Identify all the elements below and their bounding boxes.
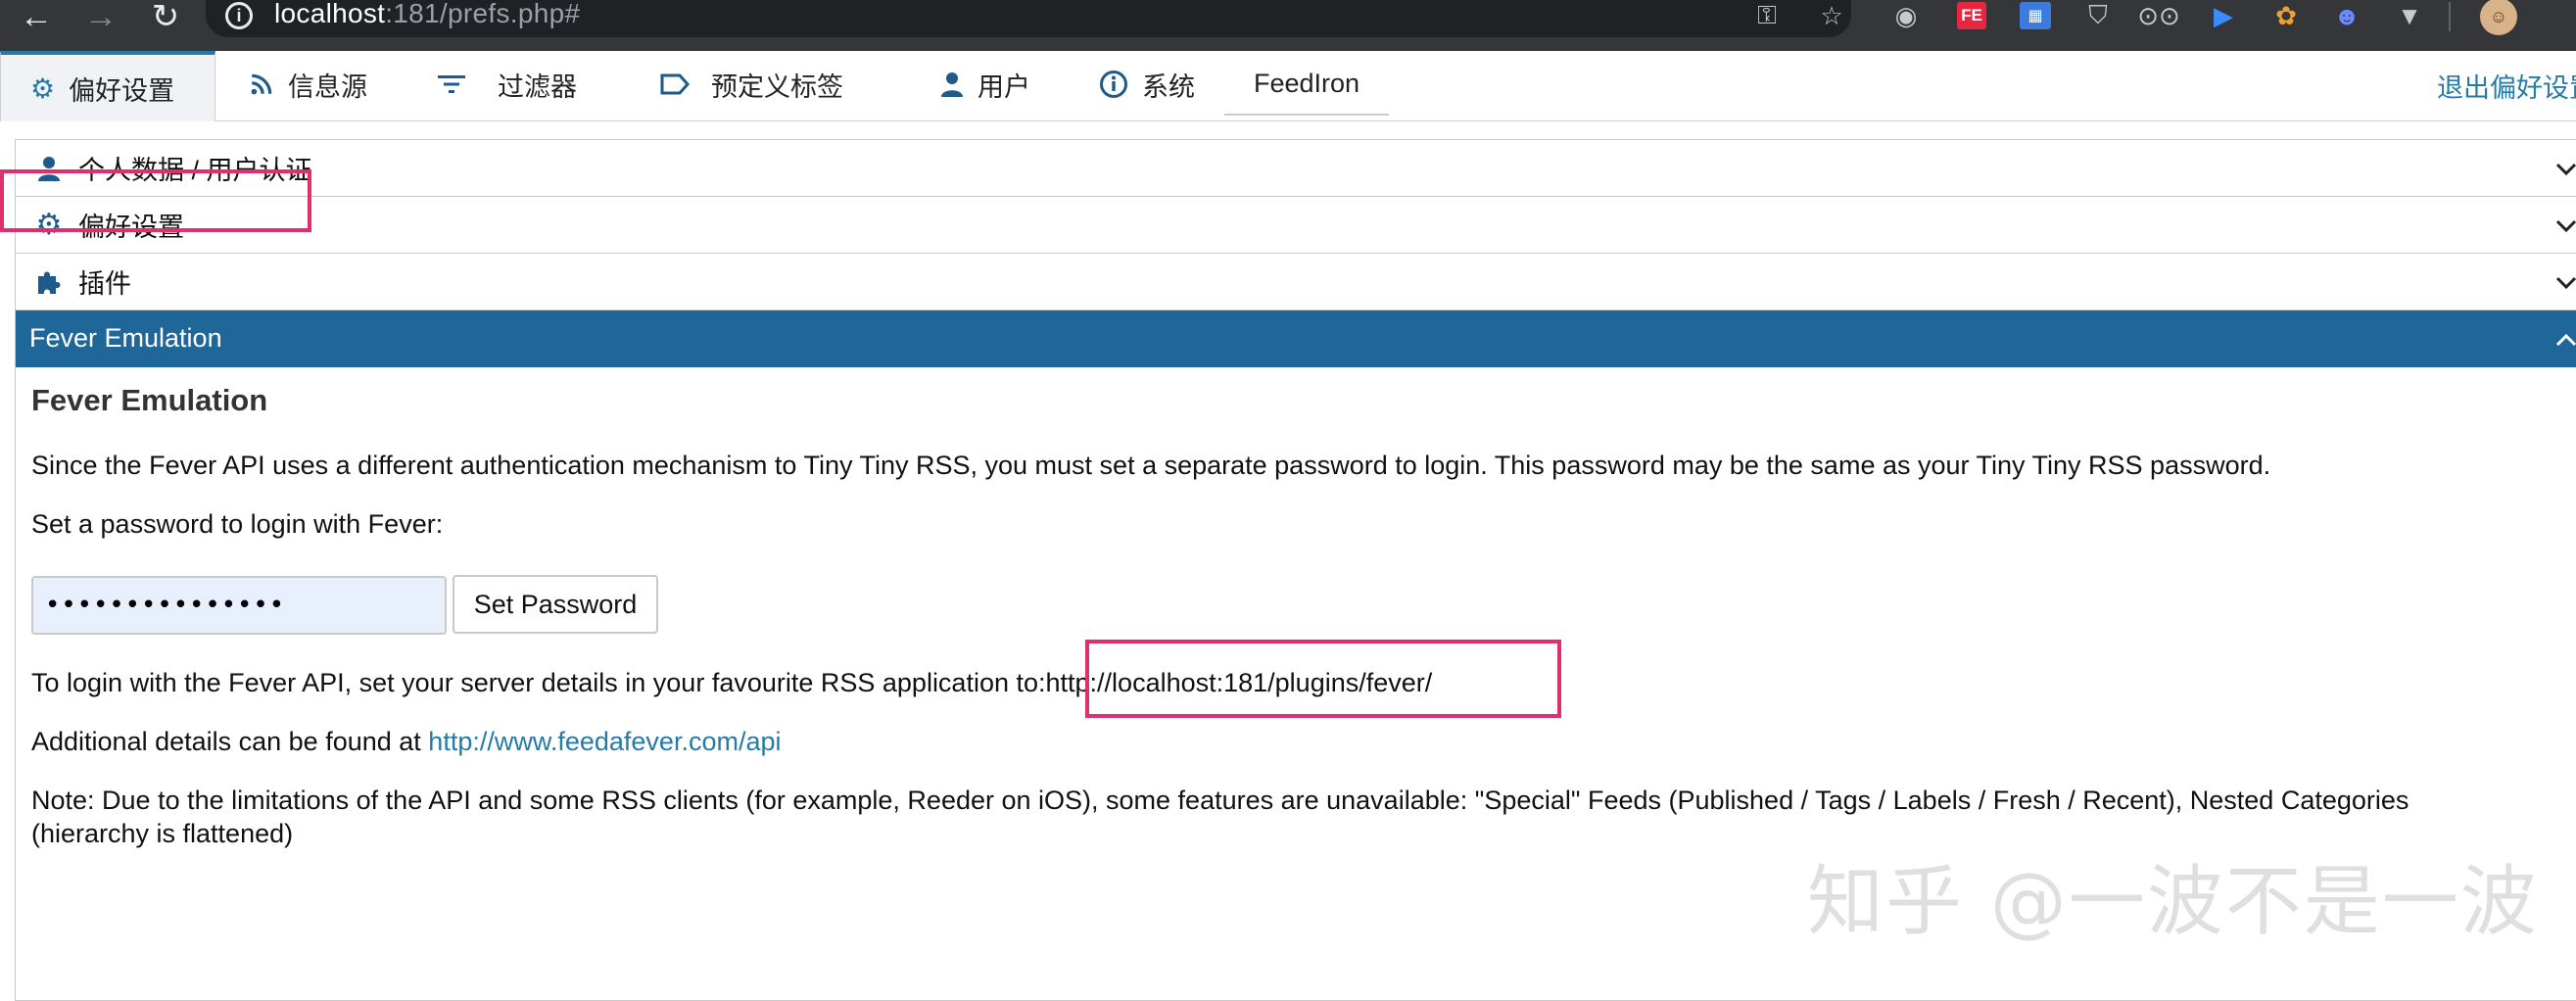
site-info-icon[interactable]: i: [225, 2, 253, 29]
ghost-extension-icon[interactable]: ☻: [2331, 1, 2362, 30]
tab-label: 系统: [1142, 72, 1195, 102]
tab-system[interactable]: 系统: [1070, 51, 1224, 118]
accordion-label: 插件: [78, 269, 131, 299]
funnel-extension-icon[interactable]: ▼: [2394, 1, 2425, 30]
tab-users[interactable]: 用户: [911, 51, 1060, 118]
browser-toolbar: ← → ↻ i localhost:181/prefs.php# ⚿ ☆ ◉ F…: [0, 0, 2576, 51]
gear-icon: ⚙: [35, 209, 63, 241]
fever-password-input[interactable]: •••••••••••••••: [31, 576, 447, 635]
fever-heading: Fever Emulation: [31, 383, 268, 417]
tab-label: 预定义标签: [711, 72, 843, 102]
fe-extension-icon[interactable]: FE: [1957, 2, 1986, 29]
puzzle-icon: [33, 267, 65, 297]
tab-label: FeedIron: [1254, 68, 1360, 98]
tab-label: 偏好设置: [69, 75, 175, 106]
tab-filters[interactable]: 过滤器: [407, 51, 606, 118]
accordion-label: Fever Emulation: [29, 323, 222, 353]
fever-note-line-1: Note: Due to the limitations of the API …: [31, 786, 2409, 815]
accordion-label: 个人数据 / 用户认证: [78, 156, 312, 185]
pocket-extension-icon[interactable]: ⛉: [2082, 0, 2114, 29]
details-prefix: Additional details can be found at: [31, 727, 429, 756]
profile-avatar[interactable]: ☺: [2480, 0, 2517, 35]
reload-icon[interactable]: ↻: [145, 0, 186, 35]
accordion-preferences[interactable]: ⚙ 偏好设置: [16, 197, 2576, 254]
chevron-down-icon: [2555, 265, 2576, 299]
star-bookmark-icon[interactable]: ☆: [1816, 1, 1847, 30]
url-text[interactable]: localhost:181/prefs.php#: [274, 0, 580, 29]
user-icon: [940, 72, 964, 97]
pinwheel-extension-icon[interactable]: ✿: [2270, 1, 2302, 30]
fever-details-text: Additional details can be found at http:…: [31, 725, 782, 758]
set-password-prompt: Set a password to login with Fever:: [31, 509, 444, 539]
accordion-personal-data[interactable]: 个人数据 / 用户认证: [16, 140, 2576, 197]
accordion-plugins[interactable]: 插件: [16, 254, 2576, 310]
gear-icon: ⚙: [30, 72, 56, 104]
filter-icon: [437, 72, 466, 96]
prefs-accordion: 个人数据 / 用户认证 ⚙ 偏好设置 插件 Fever Emulation: [15, 139, 2576, 1001]
tab-label: 过滤器: [498, 72, 577, 102]
tab-label: 信息源: [288, 72, 367, 102]
glasses-extension-icon[interactable]: ⊙⊙: [2137, 1, 2180, 30]
password-value: •••••••••••••••: [45, 591, 286, 620]
key-icon[interactable]: ⚿: [1751, 0, 1783, 29]
tab-feeds[interactable]: 信息源: [219, 51, 397, 118]
extension-circle-icon[interactable]: ◉: [1890, 1, 1922, 30]
accordion-fever-emulation[interactable]: Fever Emulation: [16, 310, 2576, 367]
qr-extension-icon[interactable]: ▦: [2020, 2, 2051, 29]
fever-intro-text: Since the Fever API uses a different aut…: [31, 451, 2271, 480]
back-arrow-icon[interactable]: ←: [16, 0, 57, 35]
fever-api-url: http://localhost:181/plugins/fever/: [1045, 668, 1433, 697]
tab-preferences[interactable]: ⚙ 偏好设置: [0, 51, 215, 121]
prefs-tab-bar: ⚙ 偏好设置 信息源 过滤器 预定义标签 用户 系统 FeedIron 退出偏好…: [0, 51, 2576, 121]
label-icon: [660, 73, 690, 95]
chevron-up-icon: [2555, 322, 2576, 356]
chevron-down-icon: [2555, 152, 2576, 185]
toolbar-divider: [2449, 2, 2451, 31]
user-icon: [33, 156, 65, 181]
play-extension-icon[interactable]: ▶: [2208, 1, 2239, 30]
info-icon: [1099, 70, 1128, 99]
chevron-down-icon: [2555, 209, 2576, 242]
accordion-label: 偏好设置: [78, 213, 184, 242]
tab-label: 用户: [978, 72, 1030, 102]
fever-note-line-2: (hierarchy is flattened): [31, 819, 294, 848]
feedafever-api-link[interactable]: http://www.feedafever.com/api: [428, 727, 781, 756]
forward-arrow-icon[interactable]: →: [80, 0, 121, 35]
fever-login-instructions: To login with the Fever API, set your se…: [31, 666, 1432, 699]
login-text: To login with the Fever API, set your se…: [31, 668, 1046, 697]
tab-feediron[interactable]: FeedIron: [1224, 53, 1390, 116]
set-password-button[interactable]: Set Password: [453, 575, 658, 634]
rss-icon: [249, 72, 274, 97]
tab-labels[interactable]: 预定义标签: [631, 51, 873, 118]
logout-prefs-link[interactable]: 退出偏好设置: [2437, 67, 2576, 105]
